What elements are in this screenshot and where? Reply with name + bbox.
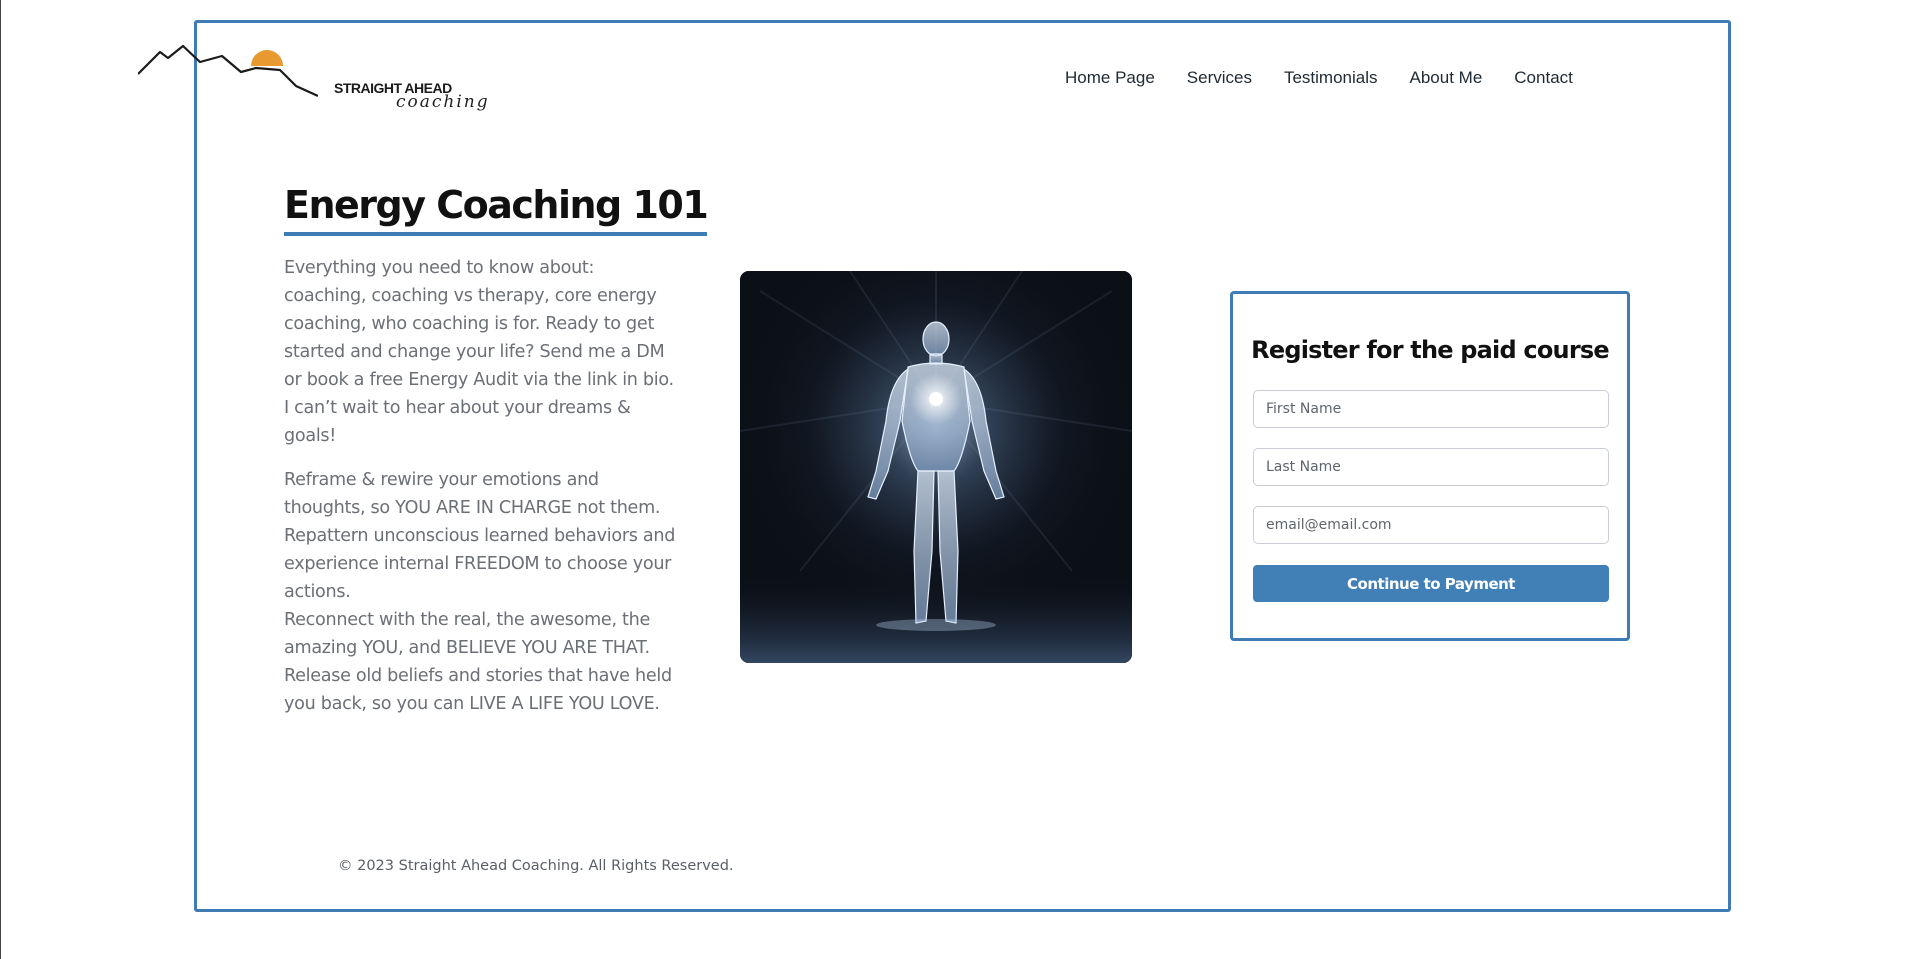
nav-services[interactable]: Services <box>1187 68 1252 88</box>
footer-copyright: © 2023 Straight Ahead Coaching. All Righ… <box>338 858 734 874</box>
description-paragraph-2: Reframe & rewire your emotions and thoug… <box>284 470 676 602</box>
first-name-input[interactable] <box>1253 390 1609 428</box>
main-nav: Home Page Services Testimonials About Me… <box>1065 68 1573 88</box>
nav-home-page[interactable]: Home Page <box>1065 68 1155 88</box>
description-paragraph-3: Reconnect with the real, the awesome, th… <box>284 610 672 714</box>
nav-about-me[interactable]: About Me <box>1410 68 1483 88</box>
logo-script-text: coaching <box>396 92 490 112</box>
window-edge <box>0 0 1 959</box>
energy-body-image <box>740 271 1132 663</box>
description-paragraph-1: Everything you need to know about: coach… <box>284 258 674 446</box>
nav-contact[interactable]: Contact <box>1514 68 1573 88</box>
register-heading: Register for the paid course <box>1251 336 1609 364</box>
page-title: Energy Coaching 101 <box>284 182 709 236</box>
nav-testimonials[interactable]: Testimonials <box>1284 68 1378 88</box>
last-name-input[interactable] <box>1253 448 1609 486</box>
glowing-figure-icon <box>740 271 1132 663</box>
register-form: Register for the paid course Continue to… <box>1230 291 1630 641</box>
logo-mountain-icon[interactable] <box>138 24 318 98</box>
course-description: Everything you need to know about: coach… <box>284 254 680 718</box>
continue-to-payment-button[interactable]: Continue to Payment <box>1253 565 1609 602</box>
email-input[interactable] <box>1253 506 1609 544</box>
